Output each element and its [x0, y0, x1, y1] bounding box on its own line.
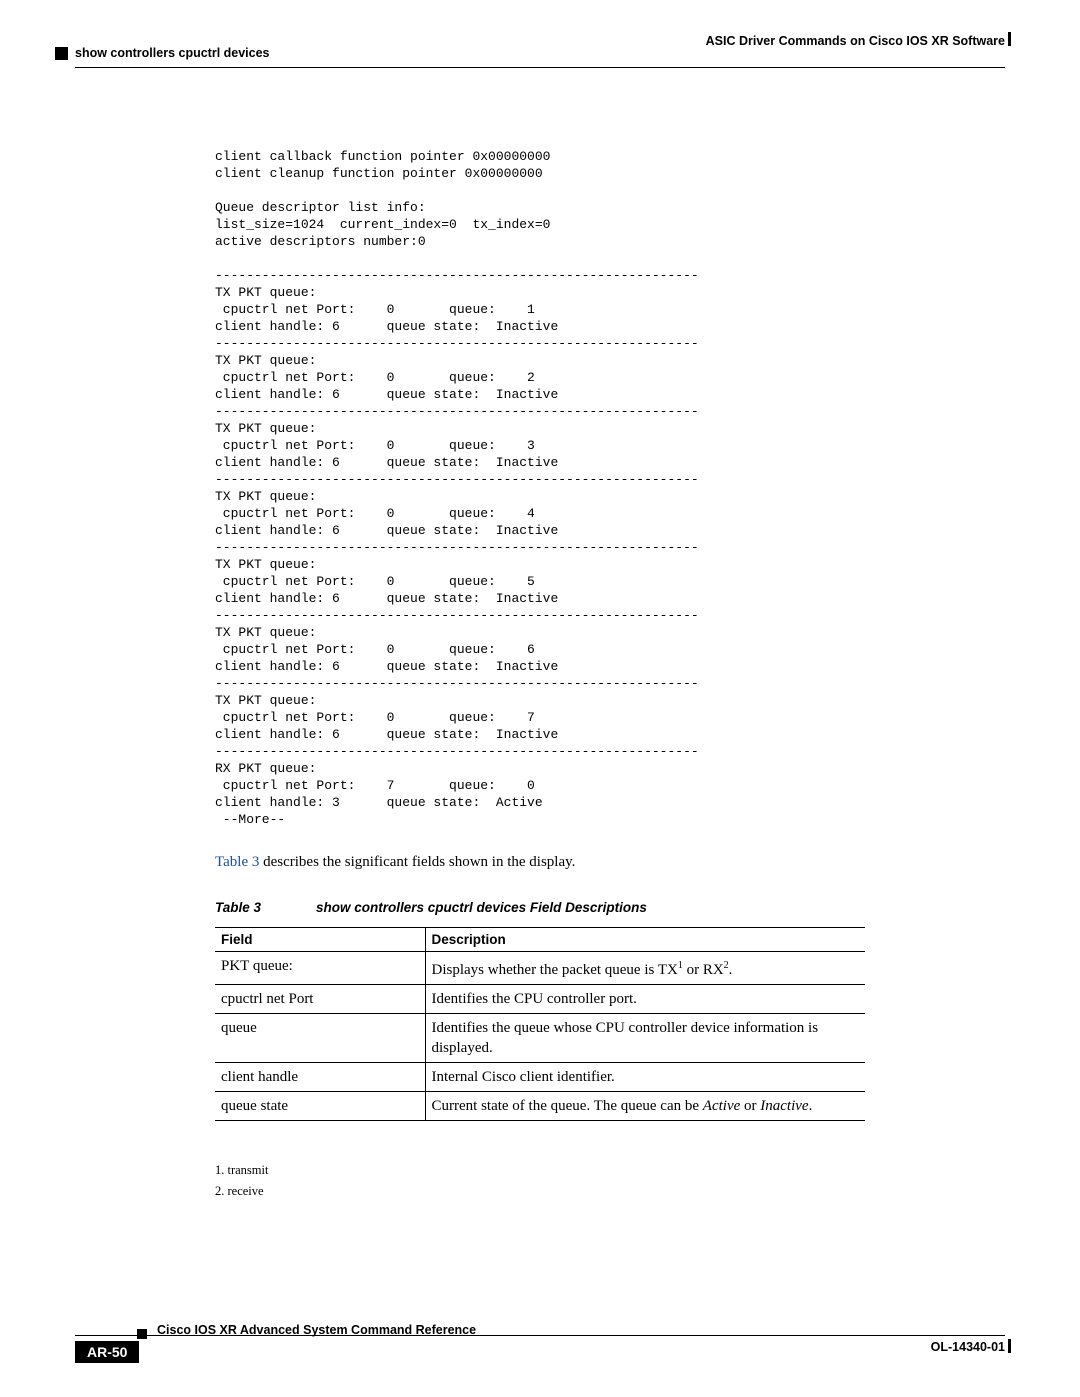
table-caption-number: Table 3 [215, 900, 316, 915]
t: Displays whether the packet queue is TX [432, 962, 678, 978]
page-footer: Cisco IOS XR Advanced System Command Ref… [75, 1323, 1005, 1363]
cli-preamble: client callback function pointer 0x00000… [215, 149, 550, 249]
t: or [740, 1098, 760, 1114]
cell-field: client handle [215, 1063, 425, 1092]
page-header: show controllers cpuctrl devices ASIC Dr… [75, 38, 1005, 68]
header-square-icon [55, 47, 68, 60]
cell-desc: Internal Cisco client identifier. [425, 1063, 865, 1092]
t: Inactive [760, 1098, 808, 1114]
t: . [729, 962, 733, 978]
cell-field: queue state [215, 1092, 425, 1121]
col-description: Description [425, 928, 865, 952]
table-link[interactable]: Table 3 [215, 854, 259, 870]
table-row: queue state Current state of the queue. … [215, 1092, 865, 1121]
footer-square-icon [137, 1329, 147, 1339]
footnotes: 1. transmit 2. receive [215, 1163, 870, 1199]
cli-output: client callback function pointer 0x00000… [215, 148, 870, 828]
cell-field: cpuctrl net Port [215, 985, 425, 1014]
table-caption-title: show controllers cpuctrl devices Field D… [316, 900, 647, 915]
footnote-1: 1. transmit [215, 1163, 870, 1178]
field-descriptions-table: Field Description PKT queue: Displays wh… [215, 927, 865, 1121]
footnote-2: 2. receive [215, 1184, 870, 1199]
page: show controllers cpuctrl devices ASIC Dr… [0, 0, 1080, 1397]
table-header-row: Field Description [215, 928, 865, 952]
cell-desc: Identifies the CPU controller port. [425, 985, 865, 1014]
t: Active [703, 1098, 740, 1114]
t: Current state of the queue. The queue ca… [432, 1098, 703, 1114]
table-reference-paragraph: Table 3 describes the significant fields… [215, 852, 870, 872]
cell-desc: Current state of the queue. The queue ca… [425, 1092, 865, 1121]
table-row: PKT queue: Displays whether the packet q… [215, 952, 865, 985]
t: . [809, 1098, 813, 1114]
t: or RX [683, 962, 724, 978]
cell-desc: Identifies the queue whose CPU controlle… [425, 1014, 865, 1063]
header-left-text: show controllers cpuctrl devices [75, 46, 270, 60]
table-row: queue Identifies the queue whose CPU con… [215, 1014, 865, 1063]
footer-doc-id: OL-14340-01 [931, 1340, 1005, 1354]
para-rest: describes the significant fields shown i… [259, 854, 575, 870]
table-caption: Table 3show controllers cpuctrl devices … [215, 900, 870, 915]
table-row: cpuctrl net Port Identifies the CPU cont… [215, 985, 865, 1014]
table-row: client handle Internal Cisco client iden… [215, 1063, 865, 1092]
header-change-bar-icon [1008, 32, 1011, 46]
footer-change-bar-icon [1008, 1339, 1011, 1353]
footer-rule [75, 1335, 1005, 1336]
cell-field: PKT queue: [215, 952, 425, 985]
cell-field: queue [215, 1014, 425, 1063]
header-right-text: ASIC Driver Commands on Cisco IOS XR Sof… [706, 34, 1005, 48]
col-field: Field [215, 928, 425, 952]
footer-page-number: AR-50 [75, 1341, 139, 1363]
content-area: client callback function pointer 0x00000… [75, 68, 870, 1199]
cell-desc: Displays whether the packet queue is TX1… [425, 952, 865, 985]
